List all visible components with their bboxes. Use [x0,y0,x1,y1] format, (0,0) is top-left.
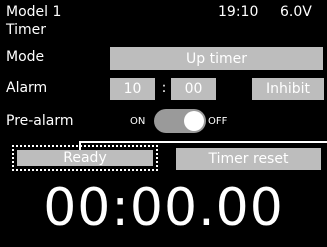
ready-button[interactable]: Ready [12,145,158,171]
mode-select-button[interactable]: Up timer [110,47,323,70]
toggle-knob [184,111,204,131]
alarm-label: Alarm [6,80,48,96]
screen-title: Timer [6,22,47,38]
model-name: Model 1 [6,4,62,20]
alarm-seconds-field[interactable]: 00 [171,78,216,100]
connector-line-horizontal [79,141,327,143]
alarm-inhibit-button[interactable]: Inhibit [252,78,324,100]
timer-reset-button[interactable]: Timer reset [176,148,321,170]
toggle-off-label: OFF [208,116,228,127]
toggle-on-label: ON [130,116,146,127]
clock: 19:10 [218,4,259,20]
battery-voltage: 6.0V [280,4,312,20]
prealarm-toggle[interactable] [154,109,206,133]
ready-button-label: Ready [17,150,153,166]
alarm-separator: : [161,80,167,96]
alarm-minutes-field[interactable]: 10 [110,78,155,100]
prealarm-label: Pre-alarm [6,113,74,129]
mode-label: Mode [6,49,45,65]
timer-display: 00:00.00 [43,178,284,238]
